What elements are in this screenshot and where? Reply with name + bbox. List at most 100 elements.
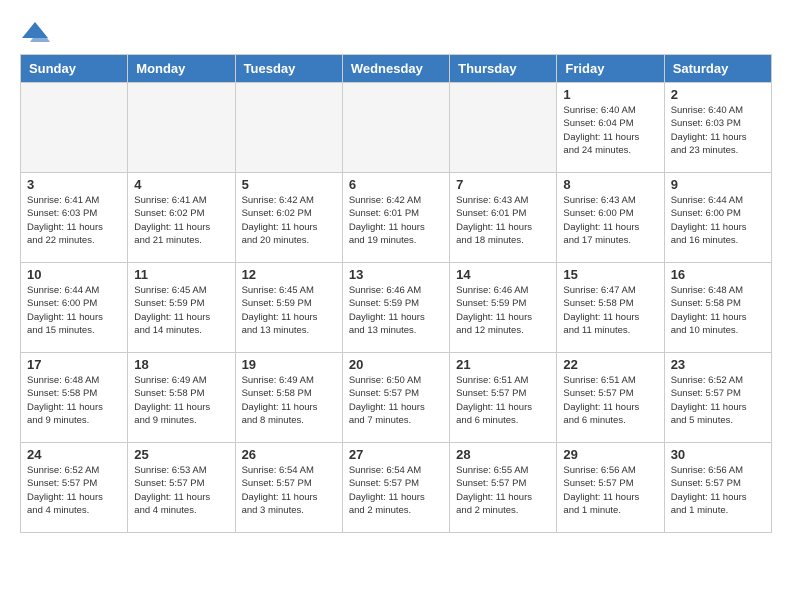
calendar-week-2: 10 Sunrise: 6:44 AM Sunset: 6:00 PM Dayli… (21, 263, 772, 353)
day-info: Sunrise: 6:40 AM Sunset: 6:04 PM Dayligh… (563, 104, 657, 157)
day-number: 12 (242, 267, 336, 282)
day-info: Sunrise: 6:54 AM Sunset: 5:57 PM Dayligh… (349, 464, 443, 517)
calendar-cell-empty (342, 83, 449, 173)
weekday-header-wednesday: Wednesday (342, 55, 449, 83)
day-number: 8 (563, 177, 657, 192)
day-number: 13 (349, 267, 443, 282)
weekday-header-monday: Monday (128, 55, 235, 83)
day-number: 4 (134, 177, 228, 192)
calendar-week-3: 17 Sunrise: 6:48 AM Sunset: 5:58 PM Dayli… (21, 353, 772, 443)
logo (20, 20, 54, 44)
weekday-header-tuesday: Tuesday (235, 55, 342, 83)
day-info: Sunrise: 6:45 AM Sunset: 5:59 PM Dayligh… (134, 284, 228, 337)
day-info: Sunrise: 6:44 AM Sunset: 6:00 PM Dayligh… (671, 194, 765, 247)
calendar-cell-15: 15 Sunrise: 6:47 AM Sunset: 5:58 PM Dayli… (557, 263, 664, 353)
day-number: 21 (456, 357, 550, 372)
day-info: Sunrise: 6:48 AM Sunset: 5:58 PM Dayligh… (671, 284, 765, 337)
day-info: Sunrise: 6:43 AM Sunset: 6:00 PM Dayligh… (563, 194, 657, 247)
day-number: 23 (671, 357, 765, 372)
calendar-cell-26: 26 Sunrise: 6:54 AM Sunset: 5:57 PM Dayli… (235, 443, 342, 533)
calendar-cell-8: 8 Sunrise: 6:43 AM Sunset: 6:00 PM Daylig… (557, 173, 664, 263)
calendar-cell-6: 6 Sunrise: 6:42 AM Sunset: 6:01 PM Daylig… (342, 173, 449, 263)
day-number: 20 (349, 357, 443, 372)
calendar-table: SundayMondayTuesdayWednesdayThursdayFrid… (20, 54, 772, 533)
day-number: 2 (671, 87, 765, 102)
day-number: 28 (456, 447, 550, 462)
calendar-cell-5: 5 Sunrise: 6:42 AM Sunset: 6:02 PM Daylig… (235, 173, 342, 263)
day-number: 24 (27, 447, 121, 462)
calendar-cell-13: 13Sunrise: 6:46 AM Sunset: 5:59 PM Dayli… (342, 263, 449, 353)
calendar-cell-27: 27 Sunrise: 6:54 AM Sunset: 5:57 PM Dayli… (342, 443, 449, 533)
day-info: Sunrise: 6:51 AM Sunset: 5:57 PM Dayligh… (456, 374, 550, 427)
calendar-cell-21: 21 Sunrise: 6:51 AM Sunset: 5:57 PM Dayli… (450, 353, 557, 443)
calendar-cell-17: 17 Sunrise: 6:48 AM Sunset: 5:58 PM Dayli… (21, 353, 128, 443)
day-info: Sunrise: 6:56 AM Sunset: 5:57 PM Dayligh… (563, 464, 657, 517)
day-number: 25 (134, 447, 228, 462)
calendar-cell-empty (128, 83, 235, 173)
day-info: Sunrise: 6:52 AM Sunset: 5:57 PM Dayligh… (671, 374, 765, 427)
calendar-cell-22: 22 Sunrise: 6:51 AM Sunset: 5:57 PM Dayli… (557, 353, 664, 443)
day-info: Sunrise: 6:43 AM Sunset: 6:01 PM Dayligh… (456, 194, 550, 247)
calendar-cell-9: 9 Sunrise: 6:44 AM Sunset: 6:00 PM Daylig… (664, 173, 771, 263)
calendar-cell-empty (450, 83, 557, 173)
day-info: Sunrise: 6:40 AM Sunset: 6:03 PM Dayligh… (671, 104, 765, 157)
day-info: Sunrise: 6:51 AM Sunset: 5:57 PM Dayligh… (563, 374, 657, 427)
calendar-cell-25: 25 Sunrise: 6:53 AM Sunset: 5:57 PM Dayli… (128, 443, 235, 533)
day-number: 26 (242, 447, 336, 462)
calendar-cell-16: 16Sunrise: 6:48 AM Sunset: 5:58 PM Dayli… (664, 263, 771, 353)
day-number: 14 (456, 267, 550, 282)
day-info: Sunrise: 6:48 AM Sunset: 5:58 PM Dayligh… (27, 374, 121, 427)
day-number: 7 (456, 177, 550, 192)
day-info: Sunrise: 6:50 AM Sunset: 5:57 PM Dayligh… (349, 374, 443, 427)
day-number: 6 (349, 177, 443, 192)
day-info: Sunrise: 6:55 AM Sunset: 5:57 PM Dayligh… (456, 464, 550, 517)
day-number: 18 (134, 357, 228, 372)
calendar-cell-28: 28 Sunrise: 6:55 AM Sunset: 5:57 PM Dayli… (450, 443, 557, 533)
day-info: Sunrise: 6:42 AM Sunset: 6:02 PM Dayligh… (242, 194, 336, 247)
calendar-cell-29: 29 Sunrise: 6:56 AM Sunset: 5:57 PM Dayli… (557, 443, 664, 533)
day-info: Sunrise: 6:52 AM Sunset: 5:57 PM Dayligh… (27, 464, 121, 517)
weekday-header-saturday: Saturday (664, 55, 771, 83)
day-info: Sunrise: 6:54 AM Sunset: 5:57 PM Dayligh… (242, 464, 336, 517)
day-info: Sunrise: 6:46 AM Sunset: 5:59 PM Dayligh… (456, 284, 550, 337)
day-number: 22 (563, 357, 657, 372)
calendar-cell-14: 14 Sunrise: 6:46 AM Sunset: 5:59 PM Dayli… (450, 263, 557, 353)
calendar-cell-19: 19Sunrise: 6:49 AM Sunset: 5:58 PM Dayli… (235, 353, 342, 443)
day-info: Sunrise: 6:44 AM Sunset: 6:00 PM Dayligh… (27, 284, 121, 337)
calendar-cell-10: 10 Sunrise: 6:44 AM Sunset: 6:00 PM Dayli… (21, 263, 128, 353)
calendar-cell-23: 23 Sunrise: 6:52 AM Sunset: 5:57 PM Dayli… (664, 353, 771, 443)
day-info: Sunrise: 6:53 AM Sunset: 5:57 PM Dayligh… (134, 464, 228, 517)
calendar-cell-empty (235, 83, 342, 173)
day-info: Sunrise: 6:41 AM Sunset: 6:02 PM Dayligh… (134, 194, 228, 247)
day-number: 30 (671, 447, 765, 462)
day-info: Sunrise: 6:47 AM Sunset: 5:58 PM Dayligh… (563, 284, 657, 337)
day-number: 15 (563, 267, 657, 282)
calendar-cell-30: 30 Sunrise: 6:56 AM Sunset: 5:57 PM Dayli… (664, 443, 771, 533)
weekday-header-thursday: Thursday (450, 55, 557, 83)
calendar-cell-12: 12Sunrise: 6:45 AM Sunset: 5:59 PM Dayli… (235, 263, 342, 353)
day-info: Sunrise: 6:56 AM Sunset: 5:57 PM Dayligh… (671, 464, 765, 517)
calendar-header-row: SundayMondayTuesdayWednesdayThursdayFrid… (21, 55, 772, 83)
day-number: 5 (242, 177, 336, 192)
day-info: Sunrise: 6:49 AM Sunset: 5:58 PM Dayligh… (134, 374, 228, 427)
calendar-week-1: 3 Sunrise: 6:41 AM Sunset: 6:03 PM Daylig… (21, 173, 772, 263)
calendar-cell-20: 20 Sunrise: 6:50 AM Sunset: 5:57 PM Dayli… (342, 353, 449, 443)
weekday-header-friday: Friday (557, 55, 664, 83)
day-number: 9 (671, 177, 765, 192)
day-number: 27 (349, 447, 443, 462)
day-number: 29 (563, 447, 657, 462)
calendar-cell-11: 11Sunrise: 6:45 AM Sunset: 5:59 PM Dayli… (128, 263, 235, 353)
day-number: 17 (27, 357, 121, 372)
calendar-cell-empty (21, 83, 128, 173)
logo-icon (20, 20, 50, 44)
day-number: 1 (563, 87, 657, 102)
calendar-cell-3: 3 Sunrise: 6:41 AM Sunset: 6:03 PM Daylig… (21, 173, 128, 263)
day-info: Sunrise: 6:42 AM Sunset: 6:01 PM Dayligh… (349, 194, 443, 247)
day-info: Sunrise: 6:49 AM Sunset: 5:58 PM Dayligh… (242, 374, 336, 427)
calendar-week-0: 1 Sunrise: 6:40 AM Sunset: 6:04 PM Daylig… (21, 83, 772, 173)
day-number: 10 (27, 267, 121, 282)
day-number: 3 (27, 177, 121, 192)
calendar-cell-18: 18 Sunrise: 6:49 AM Sunset: 5:58 PM Dayli… (128, 353, 235, 443)
calendar-week-4: 24 Sunrise: 6:52 AM Sunset: 5:57 PM Dayli… (21, 443, 772, 533)
day-info: Sunrise: 6:41 AM Sunset: 6:03 PM Dayligh… (27, 194, 121, 247)
